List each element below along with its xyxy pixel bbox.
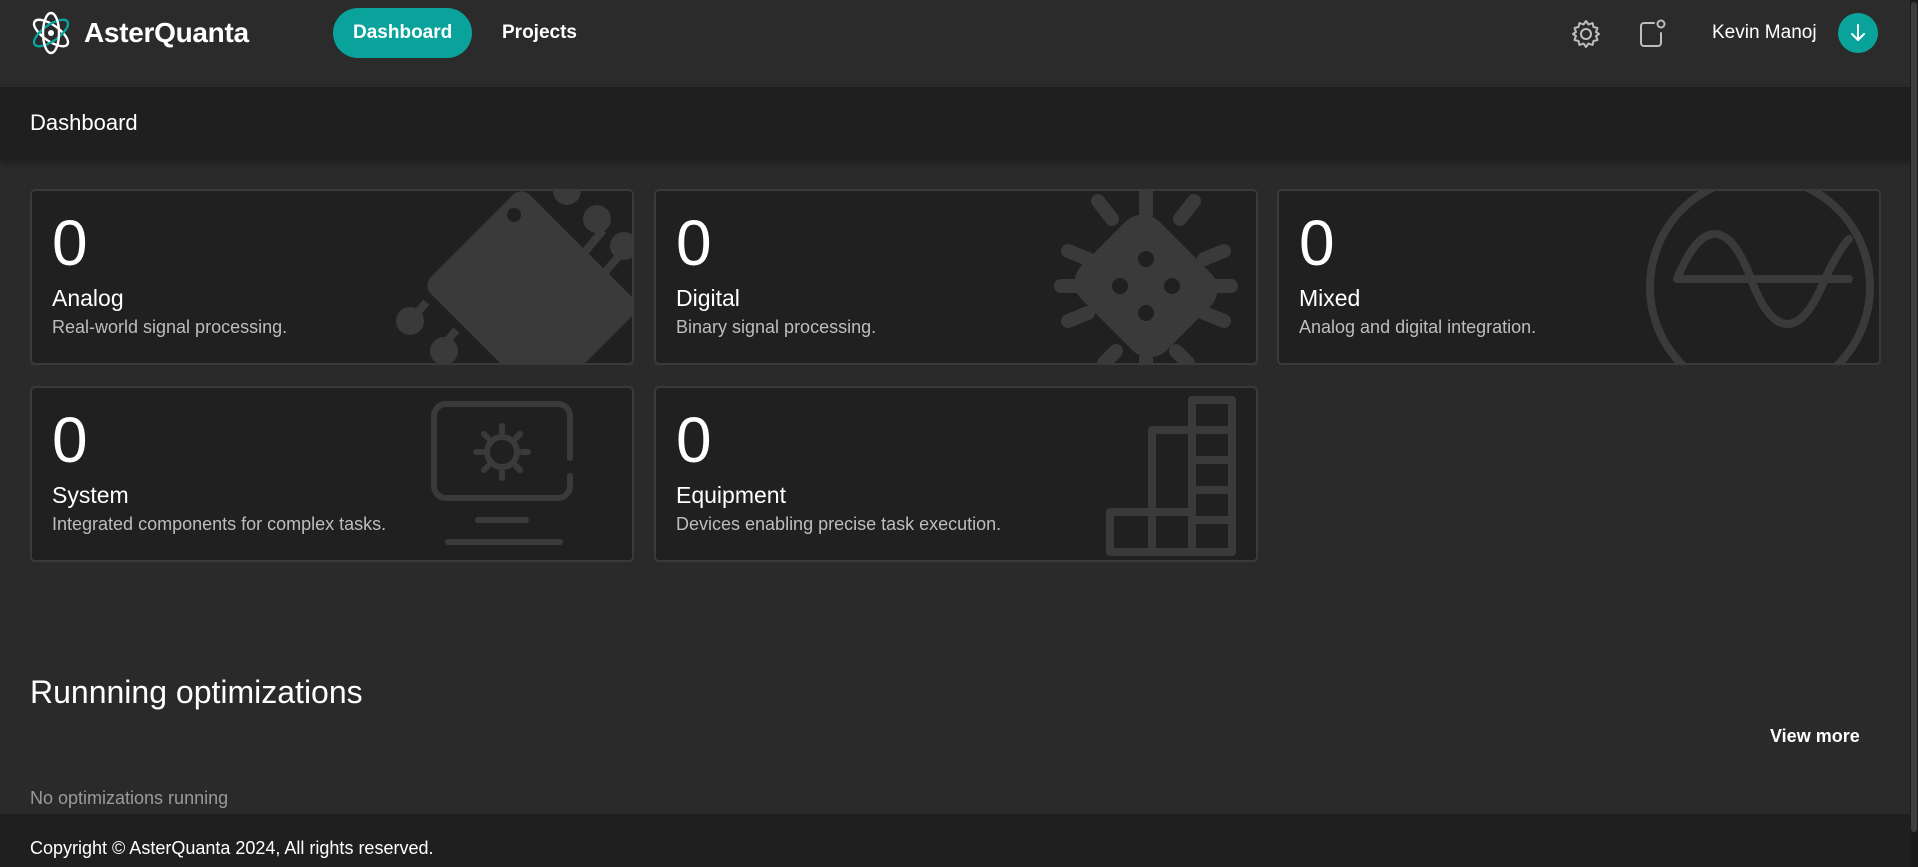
gear-icon bbox=[1572, 20, 1600, 48]
atom-logo-icon bbox=[32, 11, 70, 55]
card-count: 0 bbox=[52, 207, 88, 279]
card-count: 0 bbox=[52, 404, 88, 476]
nav-projects-button[interactable]: Projects bbox=[482, 8, 597, 58]
view-more-link[interactable]: View more bbox=[1770, 726, 1860, 747]
monitor-settings-icon bbox=[431, 401, 573, 545]
blocks-icon bbox=[1106, 396, 1236, 556]
empty-state-message: No optimizations running bbox=[30, 788, 229, 808]
card-mixed[interactable]: 0 Mixed Analog and digital integration. bbox=[1277, 189, 1881, 365]
nav-dashboard-button[interactable]: Dashboard bbox=[333, 8, 473, 58]
settings-button[interactable] bbox=[1564, 12, 1608, 56]
card-count: 0 bbox=[1299, 207, 1335, 279]
card-title: Equipment bbox=[676, 482, 786, 508]
card-title: Mixed bbox=[1299, 285, 1361, 311]
chip-icon bbox=[396, 191, 632, 363]
scrollbar-thumb[interactable] bbox=[1911, 2, 1917, 832]
card-analog[interactable]: 0 Analog Real-world signal processing. bbox=[30, 189, 634, 365]
copyright-text: Copyright © AsterQuanta 2024, All rights… bbox=[30, 838, 434, 858]
card-title: Analog bbox=[52, 285, 124, 311]
card-title: System bbox=[52, 482, 129, 508]
card-count: 0 bbox=[676, 207, 712, 279]
card-description: Binary signal processing. bbox=[676, 317, 877, 337]
notification-icon bbox=[1640, 19, 1666, 47]
card-description: Analog and digital integration. bbox=[1299, 317, 1537, 337]
processor-icon bbox=[1054, 191, 1238, 363]
card-count: 0 bbox=[676, 404, 712, 476]
page-title: Dashboard bbox=[30, 110, 138, 135]
card-equipment[interactable]: 0 Equipment Devices enabling precise tas… bbox=[654, 386, 1258, 562]
optimizations-title: Runnning optimizations bbox=[30, 674, 363, 710]
notifications-button[interactable] bbox=[1630, 12, 1674, 56]
card-title: Digital bbox=[676, 285, 740, 311]
footer: Copyright © AsterQuanta 2024, All rights… bbox=[0, 814, 1918, 867]
card-system[interactable]: 0 System Integrated components for compl… bbox=[30, 386, 634, 562]
logo[interactable]: AsterQuanta bbox=[28, 10, 249, 56]
arrow-down-icon bbox=[1851, 24, 1865, 41]
card-description: Real-world signal processing. bbox=[52, 317, 288, 337]
card-description: Integrated components for complex tasks. bbox=[52, 514, 387, 534]
card-digital[interactable]: 0 Digital Binary signal processing. bbox=[654, 189, 1258, 365]
user-menu-button[interactable] bbox=[1838, 13, 1878, 53]
card-description: Devices enabling precise task execution. bbox=[676, 514, 1002, 534]
page-header: Dashboard bbox=[0, 88, 1918, 158]
top-navbar: AsterQuanta Dashboard Projects Kevin Man… bbox=[0, 0, 1918, 88]
sine-wave-icon bbox=[1646, 191, 1874, 363]
user-name[interactable]: Kevin Manoj bbox=[1712, 22, 1817, 44]
app-name: AsterQuanta bbox=[84, 17, 249, 48]
